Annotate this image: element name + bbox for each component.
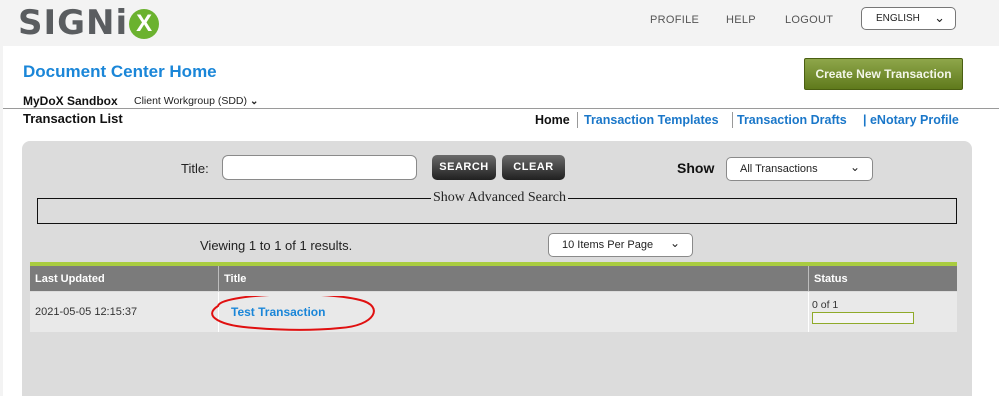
show-filter-value: All Transactions [740, 163, 818, 175]
show-advanced-search-toggle[interactable]: Show Advanced Search [431, 190, 568, 206]
nav-transaction-templates[interactable]: Transaction Templates [584, 113, 719, 127]
results-summary: Viewing 1 to 1 of 1 results. [200, 238, 353, 253]
show-filter-select[interactable]: All Transactions ⌄ [726, 157, 873, 181]
chevron-down-icon: ⌄ [849, 160, 860, 174]
divider [3, 108, 999, 109]
clear-button[interactable]: CLEAR [502, 155, 565, 180]
column-header-status[interactable]: Status [809, 266, 957, 291]
advanced-search-fieldset: Show Advanced Search [37, 190, 957, 224]
language-select[interactable]: ENGLISH ⌄ [861, 7, 956, 30]
status-count: 0 of 1 [812, 299, 839, 311]
nav-home[interactable]: Home [535, 113, 570, 127]
nav-enotary-profile[interactable]: | eNotary Profile [863, 113, 959, 127]
nav-separator [732, 112, 733, 128]
nav-transaction-drafts[interactable]: Transaction Drafts [737, 113, 847, 127]
signix-logo[interactable]: SIGNi X [18, 3, 160, 43]
logo-x-badge: X [129, 9, 160, 39]
language-value: ENGLISH [876, 13, 920, 24]
nav-separator [577, 112, 578, 128]
workgroup-select[interactable]: Client Workgroup (SDD) ⌄ [134, 95, 258, 107]
main-content: Document Center Home Create New Transact… [3, 46, 999, 396]
chevron-down-icon: ⌄ [669, 236, 680, 250]
chevron-down-icon: ⌄ [249, 96, 259, 107]
table-row: 2021-05-05 12:15:37 Test Transaction 0 o… [30, 292, 957, 332]
status-progress-bar [812, 312, 914, 324]
transaction-list-heading: Transaction List [23, 111, 123, 126]
create-new-transaction-button[interactable]: Create New Transaction [804, 58, 963, 90]
items-per-page-select[interactable]: 10 Items Per Page ⌄ [548, 233, 693, 257]
logout-link[interactable]: LOGOUT [785, 14, 833, 26]
logo-text: SIGNi [18, 3, 129, 43]
show-label: Show [677, 160, 715, 176]
transaction-panel: Title: SEARCH CLEAR Show All Transaction… [22, 141, 972, 396]
items-per-page-value: 10 Items Per Page [562, 239, 654, 251]
chevron-down-icon: ⌄ [934, 10, 945, 25]
title-label: Title: [181, 161, 209, 176]
cell-last-updated: 2021-05-05 12:15:37 [30, 292, 219, 332]
column-header-title[interactable]: Title [219, 266, 809, 291]
search-button[interactable]: SEARCH [432, 155, 496, 180]
profile-link[interactable]: PROFILE [650, 14, 699, 26]
page-title: Document Center Home [23, 62, 217, 81]
sandbox-name: MyDoX Sandbox [23, 94, 118, 108]
transaction-title-link[interactable]: Test Transaction [231, 305, 325, 319]
title-search-input[interactable] [222, 155, 417, 180]
help-link[interactable]: HELP [726, 14, 756, 26]
table-header: Last Updated Title Status [30, 266, 957, 291]
column-header-last-updated[interactable]: Last Updated [30, 266, 219, 291]
workgroup-value: Client Workgroup (SDD) [134, 95, 248, 107]
top-bar: SIGNi X PROFILE HELP LOGOUT ENGLISH ⌄ [0, 0, 999, 46]
